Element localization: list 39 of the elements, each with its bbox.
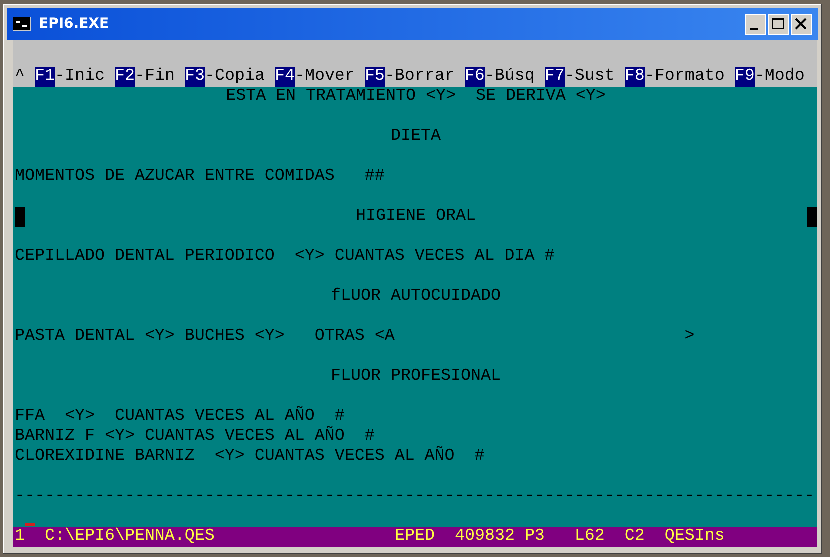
section-heading: FLUOR PROFESIONAL — [330, 367, 502, 387]
section-heading: DIETA — [390, 127, 442, 147]
function-key[interactable]: F3 — [184, 67, 205, 87]
caret-symbol: ^ — [15, 67, 25, 87]
form-line: CLOREXIDINE BARNIZ <Y> CUANTAS VECES AL AÑO # — [15, 447, 485, 467]
function-key-label: -Búsq — [484, 67, 535, 87]
dashed-separator: -------------------------------------------------------------------------------- — [15, 487, 815, 507]
function-key-label: -Inic — [55, 67, 105, 87]
section-heading: ESTA EN TRATAMIENTO <Y> SE DERIVA <Y> — [225, 87, 607, 107]
form-line: MOMENTOS DE AZUCAR ENTRE COMIDAS ## — [15, 167, 385, 187]
form-line: PASTA DENTAL <Y> BUCHES <Y> OTRAS <A > — [15, 327, 695, 347]
form-line: FFA <Y> CUANTAS VECES AL AÑO # — [15, 407, 345, 426]
window-title: EPI6.EXE — [39, 16, 110, 32]
minimize-button[interactable] — [745, 14, 766, 34]
function-key-label: -Sust — [564, 67, 615, 87]
function-key[interactable]: F8 — [624, 67, 645, 87]
text-cursor — [25, 523, 35, 526]
function-key-label: -Formato — [644, 67, 725, 87]
function-key[interactable]: F6 — [464, 67, 485, 87]
function-key[interactable]: F2 — [114, 67, 135, 87]
function-key-label: -Mover — [294, 67, 355, 87]
function-key-label: -Modo — [754, 67, 805, 87]
function-key[interactable]: F5 — [364, 67, 385, 87]
function-key[interactable]: F9 — [734, 67, 755, 87]
form-line: BARNIZ F <Y> CUANTAS VECES AL AÑO # — [15, 427, 375, 447]
function-key[interactable]: F1 — [35, 67, 55, 87]
function-key[interactable]: F4 — [274, 67, 295, 87]
maximize-button[interactable] — [768, 14, 789, 34]
function-key-label: -Borrar — [384, 67, 455, 87]
function-key[interactable]: F7 — [544, 67, 565, 87]
form-line: CEPILLADO DENTAL PERIODICO <Y> CUANTAS VECES AL DIA # — [15, 247, 555, 267]
editor-status: EPED 409832 P3 L62 C2 QESIns — [395, 527, 725, 547]
section-heading: fLUOR AUTOCUIDADO — [330, 287, 502, 307]
function-key-label: -Copia — [204, 67, 265, 87]
section-heading: HIGIENE ORAL — [355, 207, 477, 227]
file-path: 1 C:\EPI6\PENNA.QES — [15, 527, 216, 547]
close-button[interactable] — [791, 14, 812, 34]
function-key-label: -Fin — [134, 67, 175, 87]
console-icon — [13, 17, 31, 31]
